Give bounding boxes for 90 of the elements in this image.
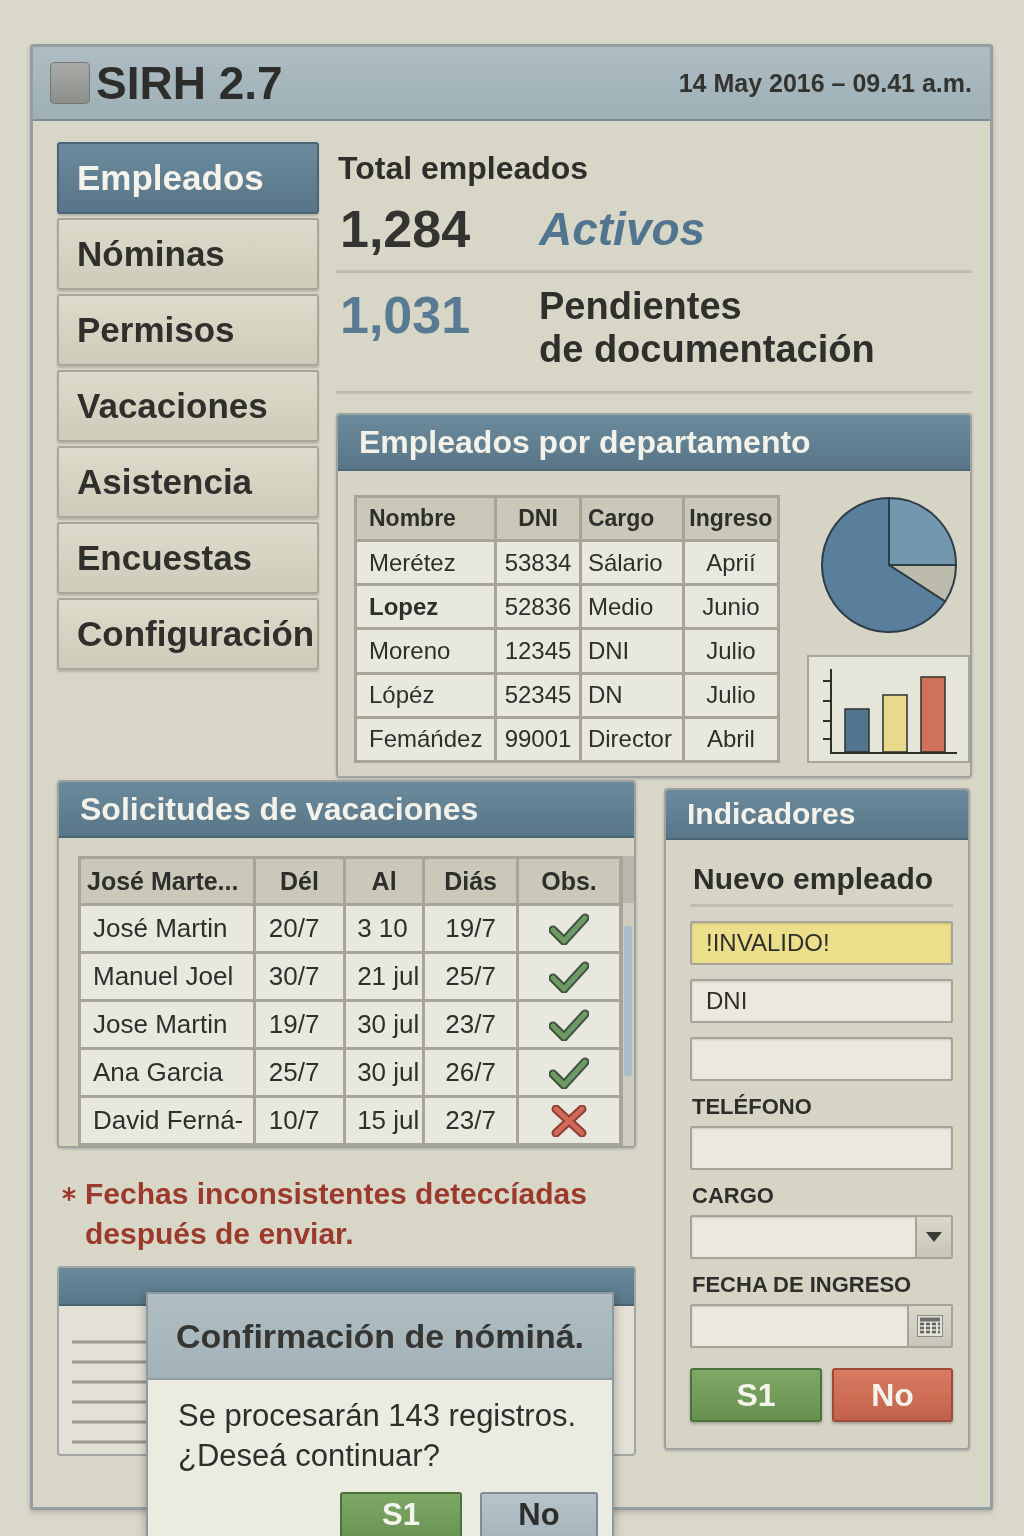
app-title: SIRH 2.7 <box>96 56 283 110</box>
text-field[interactable]: DNI <box>690 979 953 1023</box>
table-cell: Junio <box>683 584 779 629</box>
stat-value: 1,284 <box>339 199 472 259</box>
table-cell: 30/7 <box>254 952 345 1001</box>
table-cell: 3 10 <box>344 904 424 953</box>
table-cell: 20/7 <box>254 904 345 953</box>
chart-bar <box>844 708 870 753</box>
scrollbar[interactable] <box>622 856 634 1146</box>
sidebar-item[interactable]: Permisos <box>57 294 319 366</box>
warning-message: Fechas inconsistentes deteccíadas después de enviar. <box>85 1176 588 1252</box>
table-cell: 99001 <box>495 717 581 762</box>
form-title: Nuevo empleado <box>690 860 953 907</box>
field-label: CARGO <box>691 1182 775 1210</box>
stat-value: 1,031 <box>339 285 472 345</box>
sidebar-item[interactable]: Vacaciones <box>57 370 319 442</box>
asterisk-icon <box>62 1187 76 1201</box>
column-header: Ingreso <box>683 496 779 541</box>
table-cell: Femáńdez <box>355 717 496 762</box>
table-cell: Lopez <box>355 584 496 629</box>
table-cell: Medio <box>580 584 684 629</box>
table-cell: 19/7 <box>423 904 518 953</box>
table-cell: 30 jul <box>344 1000 424 1049</box>
scrollbar-thumb[interactable] <box>624 926 632 1076</box>
panel-header: Solicitudes de vacaciones <box>59 782 634 838</box>
table-cell: Lópéz <box>355 673 496 718</box>
table-cell: Abril <box>683 717 779 762</box>
dialog-message: Se procesarán 143 registros. ¿Deseá continuar? <box>178 1397 578 1475</box>
table-cell: 21 jul <box>344 952 424 1001</box>
table-cell: Director <box>580 717 684 762</box>
table-cell: 53834 <box>495 540 581 585</box>
column-header: Al <box>344 857 424 905</box>
dropdown-button[interactable] <box>915 1217 951 1257</box>
caret-icon <box>926 1232 942 1242</box>
table-cell: David Ferná- <box>79 1096 255 1145</box>
table-cell: Aprií <box>683 540 779 585</box>
column-header: Cargo <box>580 496 684 541</box>
column-header: DNI <box>495 496 581 541</box>
table-cell: 19/7 <box>254 1000 345 1049</box>
table-cell: 25/7 <box>423 952 518 1001</box>
field-label: FECHA DE INGRESO <box>691 1271 913 1299</box>
table-cell: 23/7 <box>423 1000 518 1049</box>
table-cell: Ana Garcia <box>79 1048 255 1097</box>
text-field[interactable] <box>690 1037 953 1081</box>
sidebar-item[interactable]: Configuración <box>57 598 319 670</box>
table-cell: 30 jul <box>344 1048 424 1097</box>
table-cell: 15 jul <box>344 1096 424 1145</box>
table-cell: Julio <box>683 628 779 674</box>
calendar-icon <box>917 1315 943 1337</box>
dialog-title: Confirmación de nóminá. <box>148 1294 612 1380</box>
summary-title: Total empleados <box>337 149 590 188</box>
table-cell: Sálario <box>580 540 684 585</box>
sidebar-item[interactable]: Empleados <box>57 142 319 214</box>
column-header: Obs. <box>517 857 621 905</box>
column-header: Diás <box>423 857 518 905</box>
dialog-button[interactable]: No <box>480 1492 598 1536</box>
sidebar-item[interactable]: Nóminas <box>57 218 319 290</box>
chart-bar <box>882 694 908 753</box>
table-cell: Julio <box>683 673 779 718</box>
table-cell: 12345 <box>495 628 581 674</box>
dropdown-field[interactable] <box>690 1215 953 1259</box>
stat-label: Pendientes de documentación <box>539 285 875 371</box>
date-time: 14 May 2016 – 09.41 a.m. <box>678 68 972 98</box>
panel-header: Empleados por departamento <box>338 415 970 471</box>
table-cell: Jose Martin <box>79 1000 255 1049</box>
table-cell: 25/7 <box>254 1048 345 1097</box>
date-field[interactable] <box>690 1304 953 1348</box>
table-cell: Moreno <box>355 628 496 674</box>
table-cell: 23/7 <box>423 1096 518 1145</box>
sidebar-item[interactable]: Asistencia <box>57 446 319 518</box>
stat-label: Activos <box>539 202 706 256</box>
table-cell: 10/7 <box>254 1096 345 1145</box>
table-cell: José Martin <box>79 904 255 953</box>
text-field[interactable] <box>690 1126 953 1170</box>
table-cell: 52836 <box>495 584 581 629</box>
field-label: TELÉFONO <box>691 1093 813 1121</box>
table-cell: 52345 <box>495 673 581 718</box>
column-header: José Marte... <box>79 857 255 905</box>
table-cell: Manuel Joel <box>79 952 255 1001</box>
column-header: Dél <box>254 857 345 905</box>
column-header: Nombre <box>355 496 496 541</box>
text-field[interactable]: !INVALIDO! <box>690 921 953 965</box>
calendar-button[interactable] <box>907 1306 951 1346</box>
table-cell: DNI <box>580 628 684 674</box>
table-cell: Merétez <box>355 540 496 585</box>
panel-header: Indicadores <box>666 790 968 840</box>
window-icon <box>50 62 90 104</box>
table-cell: DN <box>580 673 684 718</box>
sidebar-item[interactable]: Encuestas <box>57 522 319 594</box>
table-cell: 26/7 <box>423 1048 518 1097</box>
